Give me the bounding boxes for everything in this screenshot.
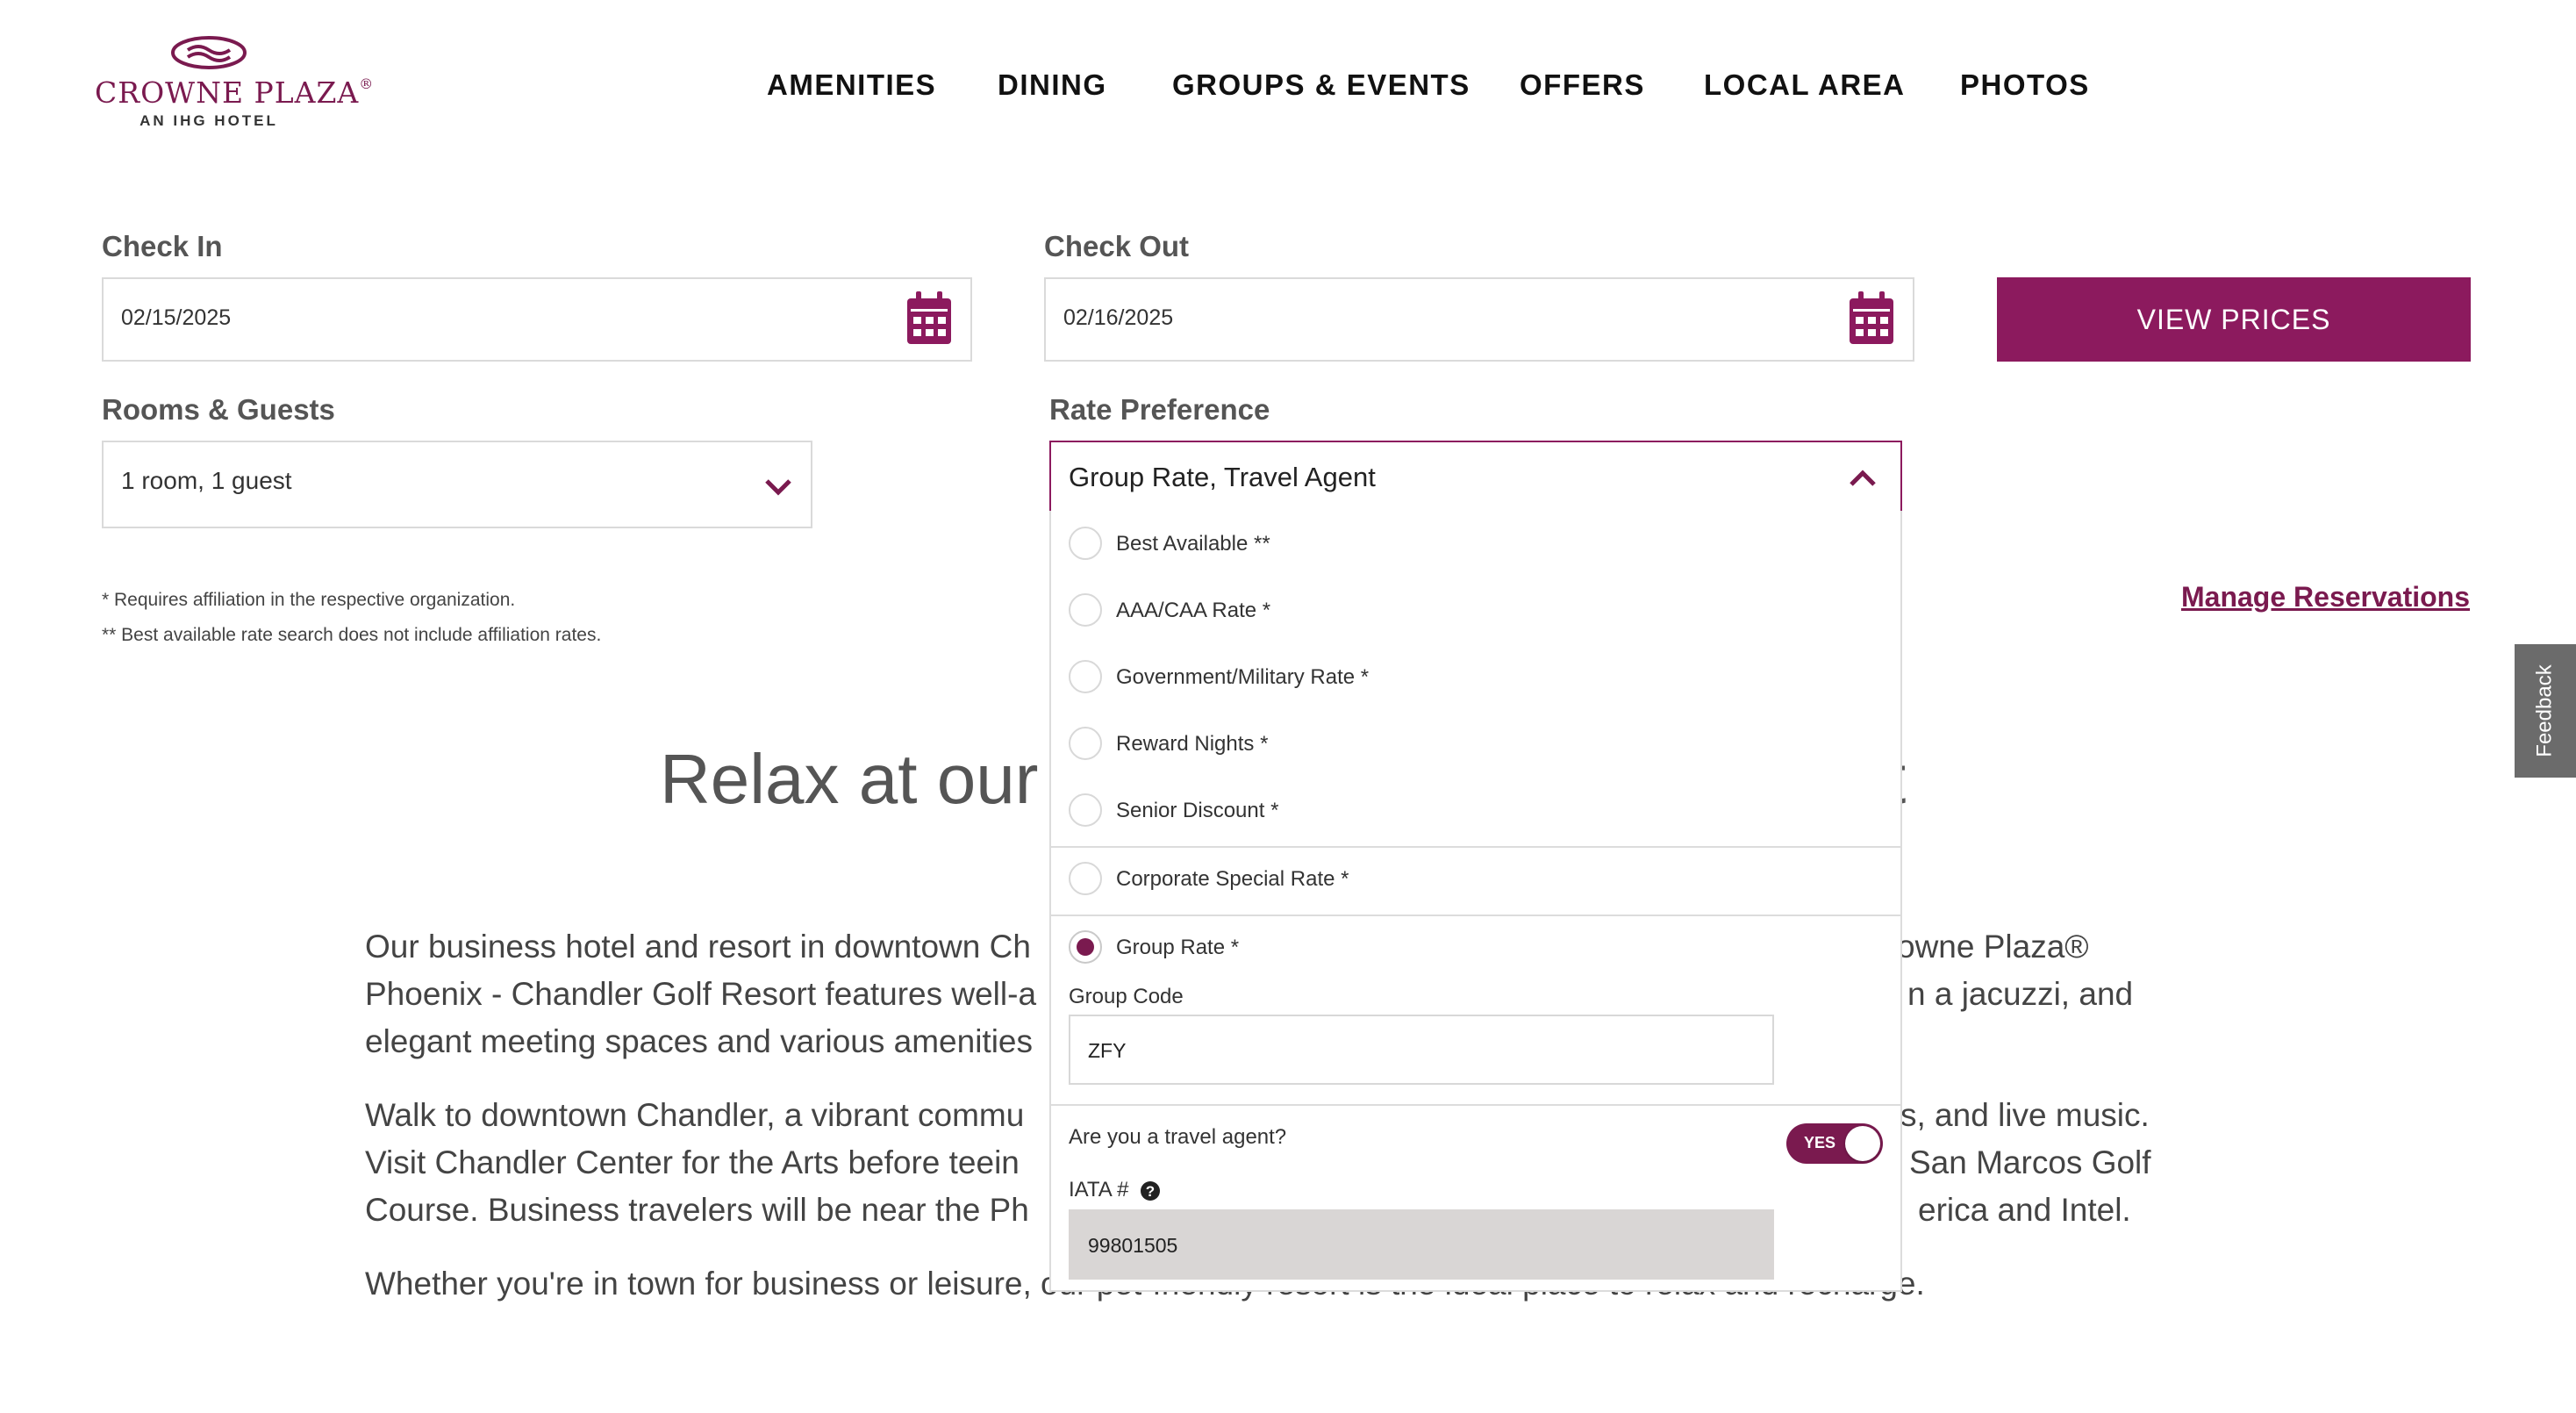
paragraph2-line3-right: erica and Intel. <box>1918 1192 2131 1228</box>
rate-option-label: Best Available ** <box>1116 532 1270 556</box>
footnote-best-available: ** Best available rate search does not i… <box>102 625 602 645</box>
view-prices-button[interactable]: VIEW PRICES <box>1997 277 2471 362</box>
check-in-value: 02/15/2025 <box>121 305 232 330</box>
paragraph2-line3-left: Course. Business travelers will be near … <box>365 1192 1029 1228</box>
nav-groups-events[interactable]: GROUPS & EVENTS <box>1172 68 1470 102</box>
radio-icon[interactable] <box>1069 862 1102 895</box>
radio-icon[interactable] <box>1069 593 1102 627</box>
paragraph1-line2-right: n a jacuzzi, and <box>1907 976 2134 1012</box>
rate-option-government-military[interactable]: Government/Military Rate * <box>1051 644 1900 711</box>
rate-option-label: Government/Military Rate * <box>1116 665 1370 689</box>
chevron-up-icon <box>1850 470 1876 486</box>
rooms-guests-label: Rooms & Guests <box>102 393 335 426</box>
check-in-label: Check In <box>102 230 223 262</box>
paragraph1-line3-left: elegant meeting spaces and various ameni… <box>365 1023 1034 1059</box>
radio-selected-icon[interactable] <box>1069 930 1102 964</box>
rate-preference-select[interactable]: Group Rate, Travel Agent <box>1049 441 1902 513</box>
paragraph1-line1-right: owne Plaza® <box>1897 929 2089 965</box>
rate-preference-value: Group Rate, Travel Agent <box>1069 462 1376 492</box>
rate-option-label: Senior Discount * <box>1116 799 1279 822</box>
radio-icon[interactable] <box>1069 527 1102 560</box>
toggle-knob <box>1845 1126 1880 1161</box>
calendar-icon[interactable] <box>1848 291 1895 346</box>
paragraph2-line2-right: San Marcos Golf <box>1909 1144 2151 1180</box>
nav-photos[interactable]: PHOTOS <box>1960 68 2090 102</box>
rate-option-aaa-caa[interactable]: AAA/CAA Rate * <box>1051 577 1900 644</box>
help-icon[interactable]: ? <box>1140 1180 1161 1201</box>
check-in-field[interactable]: 02/15/2025 <box>102 277 972 362</box>
divider <box>1051 1104 1900 1106</box>
group-code-input[interactable]: ZFY <box>1069 1015 1774 1085</box>
rate-option-group-rate[interactable]: Group Rate * <box>1051 915 1900 981</box>
main-nav: AMENITIES DINING GROUPS & EVENTS OFFERS … <box>0 68 2576 109</box>
rate-preference-dropdown: Best Available ** AAA/CAA Rate * Governm… <box>1049 511 1902 1292</box>
rate-preference-label: Rate Preference <box>1049 393 1270 426</box>
chevron-down-icon <box>765 479 791 496</box>
svg-text:?: ? <box>1146 1183 1155 1200</box>
paragraph2-line2-left: Visit Chandler Center for the Arts befor… <box>365 1144 1020 1180</box>
rate-option-label: Group Rate * <box>1116 936 1240 959</box>
iata-label: IATA # ? <box>1069 1178 1161 1202</box>
rooms-guests-select[interactable]: 1 room, 1 guest <box>102 441 812 528</box>
check-out-field[interactable]: 02/16/2025 <box>1044 277 1914 362</box>
feedback-tab[interactable]: Feedback <box>2515 644 2576 778</box>
paragraph1-line2-left: Phoenix - Chandler Golf Resort features … <box>365 976 1037 1012</box>
crowne-plaza-emblem-icon <box>171 36 247 69</box>
check-out-value: 02/16/2025 <box>1063 305 1174 330</box>
iata-label-text: IATA # <box>1069 1178 1129 1201</box>
rate-option-reward-nights[interactable]: Reward Nights * <box>1051 711 1900 778</box>
paragraph2-line1-right: s, and live music. <box>1900 1097 2150 1133</box>
rate-option-best-available[interactable]: Best Available ** <box>1051 511 1900 577</box>
rooms-guests-value: 1 room, 1 guest <box>121 467 292 494</box>
paragraph1-line1-left: Our business hotel and resort in downtow… <box>365 929 1031 965</box>
paragraph2-line1-left: Walk to downtown Chandler, a vibrant com… <box>365 1097 1025 1133</box>
rate-option-label: AAA/CAA Rate * <box>1116 599 1271 622</box>
check-out-label: Check Out <box>1044 230 1190 262</box>
nav-dining[interactable]: DINING <box>998 68 1107 102</box>
calendar-icon[interactable] <box>905 291 953 346</box>
travel-agent-toggle[interactable]: YES <box>1786 1123 1883 1164</box>
rate-option-corporate-special[interactable]: Corporate Special Rate * <box>1051 846 1900 913</box>
group-code-value: ZFY <box>1088 1039 1127 1062</box>
nav-offers[interactable]: OFFERS <box>1520 68 1645 102</box>
page-headline: Relax at our <box>660 740 1039 818</box>
feedback-label: Feedback <box>2533 664 2557 757</box>
radio-icon[interactable] <box>1069 727 1102 760</box>
travel-agent-question: Are you a travel agent? <box>1069 1125 1287 1149</box>
brand-subtitle: AN IHG HOTEL <box>140 112 278 129</box>
group-code-label: Group Code <box>1069 985 1184 1008</box>
footnote-affiliation: * Requires affiliation in the respective… <box>102 590 516 610</box>
nav-local-area[interactable]: LOCAL AREA <box>1704 68 1906 102</box>
iata-input[interactable]: 99801505 <box>1069 1209 1774 1280</box>
manage-reservations-link[interactable]: Manage Reservations <box>2181 581 2470 613</box>
toggle-label: YES <box>1804 1134 1836 1151</box>
rate-option-label: Reward Nights * <box>1116 732 1269 756</box>
radio-icon[interactable] <box>1069 793 1102 827</box>
nav-amenities[interactable]: AMENITIES <box>767 68 936 102</box>
radio-icon[interactable] <box>1069 660 1102 693</box>
rate-option-label: Corporate Special Rate * <box>1116 867 1349 891</box>
iata-value: 99801505 <box>1088 1234 1178 1257</box>
rate-option-senior-discount[interactable]: Senior Discount * <box>1051 778 1900 844</box>
